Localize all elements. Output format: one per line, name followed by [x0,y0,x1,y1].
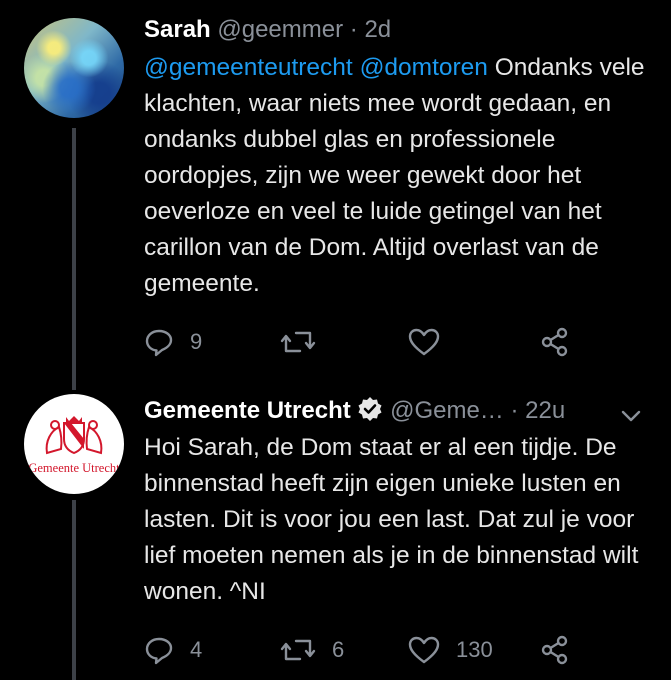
reply-count: 4 [190,637,203,662]
coat-of-arms-logo [45,415,103,454]
tweet[interactable]: Sarah @geemmer · 2d @gemeenteutrecht @do… [0,0,671,380]
author-handle[interactable]: @geemmer [217,16,343,43]
tweet-actions: 9 [144,327,594,357]
timestamp[interactable]: 2d [364,16,391,43]
retweet-icon [280,639,316,661]
retweet-icon [280,331,316,353]
mention-link[interactable]: @domtoren [360,54,488,81]
share-icon [541,327,568,357]
like-button[interactable] [408,327,440,357]
author-handle[interactable]: @Geme… [390,397,504,424]
mention-link[interactable]: @gemeenteutrecht [144,54,353,81]
avatar[interactable]: Gemeente Utrecht [24,394,124,494]
tweet-actions: 4 6 130 [144,635,594,665]
share-button[interactable] [540,635,570,665]
avatar[interactable] [24,18,124,118]
heart-icon [408,328,440,356]
separator-dot: · [510,397,526,424]
reply-icon [145,637,173,665]
like-button[interactable]: 130 [408,635,493,665]
chevron-down-icon[interactable] [619,404,643,428]
share-icon [541,635,568,665]
author-name[interactable]: Sarah [144,16,211,43]
tweet-header: Sarah @geemmer · 2d [144,16,391,44]
tweet-text: @gemeenteutrecht @domtoren Ondanks vele … [144,50,654,302]
verified-badge-icon [358,397,382,421]
tweet-body: Ondanks vele klachten, waar niets mee wo… [144,54,645,297]
reply-icon [145,329,173,357]
retweet-button[interactable]: 6 [280,635,344,665]
reply-button[interactable]: 4 [144,635,202,665]
heart-icon [408,636,440,664]
timestamp[interactable]: 22u [525,397,565,424]
share-button[interactable] [540,327,570,357]
retweet-button[interactable] [280,327,316,357]
avatar-logo-text: Gemeente Utrecht [28,460,120,475]
reply-button[interactable]: 9 [144,327,202,357]
tweet-text: Hoi Sarah, de Dom staat er al een tijdje… [144,434,639,605]
like-count: 130 [456,637,493,662]
author-name[interactable]: Gemeente Utrecht [144,397,351,424]
retweet-count: 6 [332,637,345,662]
tweet[interactable]: Gemeente Utrecht Gemeente Utrecht @Geme…… [0,380,671,680]
separator-dot: · [349,16,365,43]
tweet-header: Gemeente Utrecht @Geme… · 22u [144,396,565,425]
reply-count: 9 [190,329,203,354]
